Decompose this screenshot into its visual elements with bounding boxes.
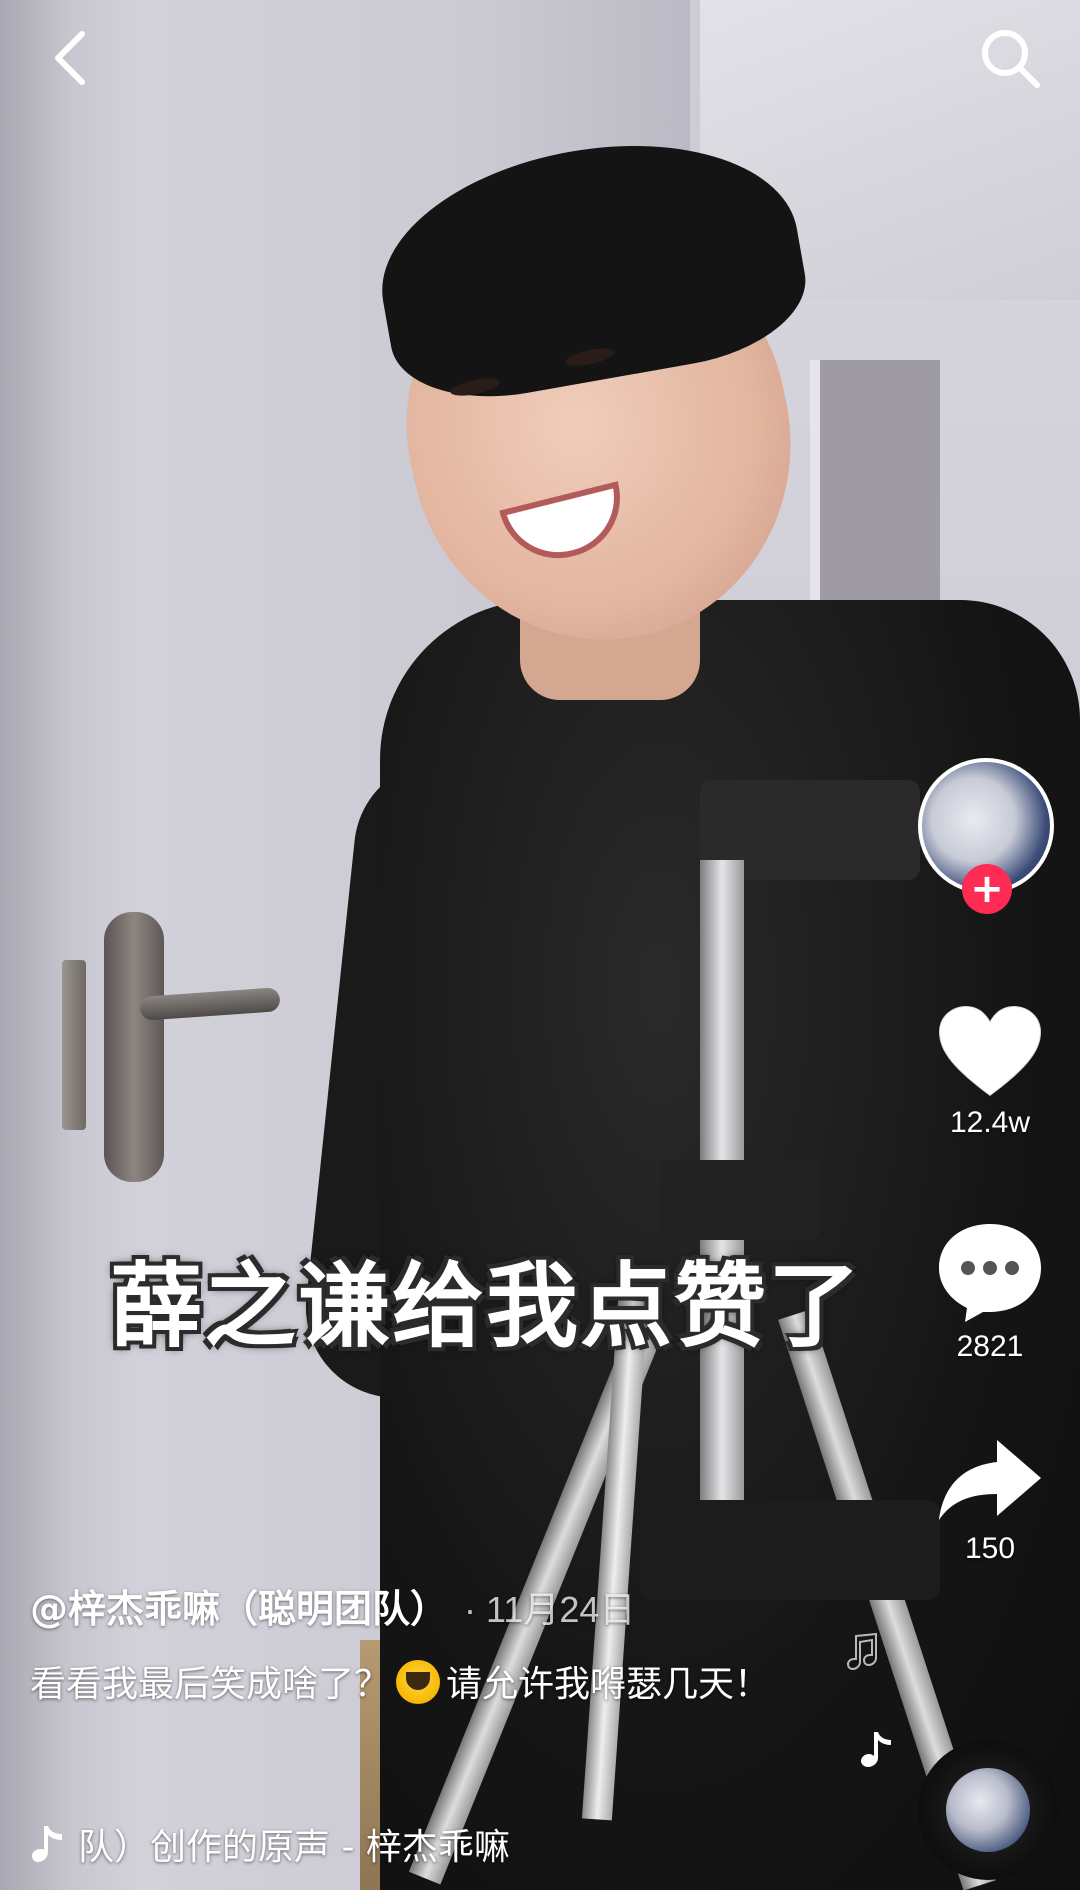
share-arrow-icon <box>939 1440 1041 1520</box>
comment-count: 2821 <box>956 1330 1024 1363</box>
music-disc-button[interactable] <box>918 1740 1058 1880</box>
share-button[interactable]: 150 <box>930 1436 1050 1566</box>
video-caption-overlay: 薛之谦给我点赞了 <box>110 1253 863 1360</box>
share-count: 150 <box>964 1532 1016 1565</box>
music-note-icon <box>32 1826 62 1862</box>
description-text: 看看我最后笑成啥了？ <box>30 1664 391 1705</box>
music-row[interactable]: 队）创作的原声 - 梓杰乖嘛 <box>30 1818 510 1870</box>
floating-music-note-icon <box>861 1732 891 1767</box>
chevron-left-icon <box>55 31 85 85</box>
search-icon <box>982 30 1040 88</box>
author-avatar-button[interactable]: + <box>918 758 1054 914</box>
floating-music-note-icon <box>846 1632 877 1671</box>
door-lock <box>104 912 164 1182</box>
music-disc-cover <box>946 1768 1030 1852</box>
like-button[interactable]: 12.4w <box>930 1004 1050 1140</box>
tripod-joint <box>660 1160 820 1240</box>
follow-button[interactable]: + <box>962 864 1012 914</box>
door-latch <box>62 960 86 1130</box>
tripod-lower-clamp <box>640 1500 940 1600</box>
author-name-link[interactable]: @梓杰乖嘛（聪明团队） <box>30 1578 448 1633</box>
laughing-emoji-icon <box>396 1660 441 1704</box>
description-text: 请允许我嘚瑟几天！ <box>446 1664 771 1705</box>
like-count: 12.4w <box>949 1106 1031 1139</box>
comment-icon <box>939 1224 1041 1322</box>
author-row: @梓杰乖嘛（聪明团队） · 11月24日 <box>30 1578 635 1633</box>
background-doorway <box>810 360 940 620</box>
search-button[interactable] <box>970 18 1050 98</box>
video-player[interactable]: 薛之谦给我点赞了 + 12.4w 2821 150 @梓杰乖嘛（聪明团队） · … <box>0 0 1080 1890</box>
post-description: 看看我最后笑成啥了？ 请允许我嘚瑟几天！ <box>30 1656 790 1714</box>
back-button[interactable] <box>30 18 110 98</box>
post-date: · 11月24日 <box>464 1589 636 1630</box>
comment-button[interactable]: 2821 <box>930 1220 1050 1364</box>
music-title: 队）创作的原声 - 梓杰乖嘛 <box>78 1827 510 1868</box>
heart-icon <box>937 1004 1043 1098</box>
